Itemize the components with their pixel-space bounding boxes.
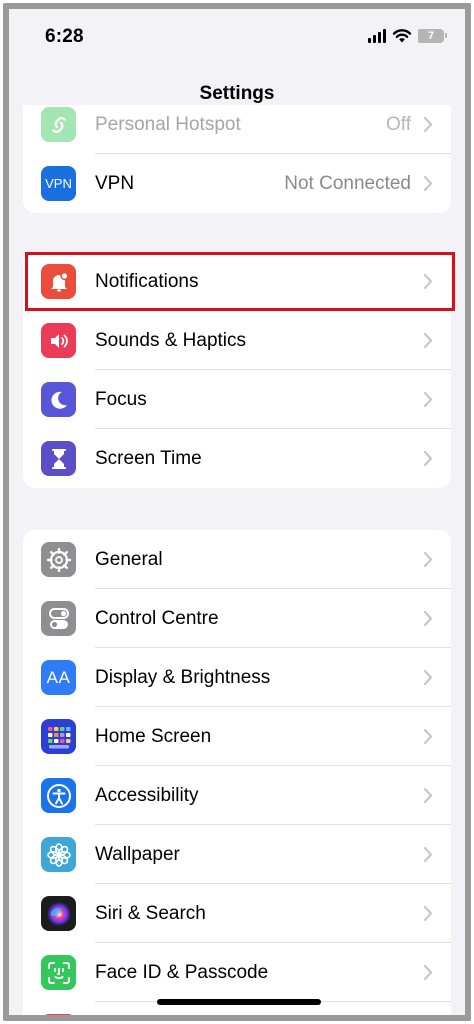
settings-row-home-screen[interactable]: Home Screen: [23, 707, 451, 766]
face-id-icon: [41, 955, 76, 990]
row-label: Screen Time: [95, 448, 202, 469]
settings-row-face-id-passcode[interactable]: Face ID & Passcode: [23, 943, 451, 1002]
row-label: Display & Brightness: [95, 667, 271, 688]
chevron-right-icon: [423, 728, 433, 745]
row-label: Siri & Search: [95, 903, 206, 924]
settings-row-focus[interactable]: Focus: [23, 370, 451, 429]
row-label: Accessibility: [95, 785, 199, 806]
settings-row-screen-time[interactable]: Screen Time: [23, 429, 451, 488]
row-label: Focus: [95, 389, 147, 410]
chevron-right-icon: [423, 610, 433, 627]
settings-row-general[interactable]: General: [23, 530, 451, 589]
chevron-right-icon: [423, 391, 433, 408]
chevron-right-icon: [423, 116, 433, 133]
sos-icon: [41, 1014, 76, 1015]
home-indicator[interactable]: [157, 999, 321, 1005]
settings-row-wallpaper[interactable]: Wallpaper: [23, 825, 451, 884]
hourglass-icon: [41, 441, 76, 476]
battery-nub: [445, 33, 447, 38]
accessibility-icon: [41, 778, 76, 813]
row-label: VPN: [95, 173, 135, 194]
battery-level-text: 7: [427, 29, 435, 42]
chevron-right-icon: [423, 551, 433, 568]
settings-group-general: General Control Centre AA Display & Brig…: [23, 530, 451, 1015]
speaker-icon: [41, 323, 76, 358]
settings-row-siri-search[interactable]: Siri & Search: [23, 884, 451, 943]
settings-row-vpn[interactable]: VPN VPN Not Connected: [23, 154, 451, 213]
siri-icon: [41, 896, 76, 931]
vpn-icon: VPN: [41, 166, 76, 201]
status-bar: 6:28 7: [9, 9, 465, 59]
toggles-icon: [41, 601, 76, 636]
vpn-icon-text: VPN: [45, 176, 72, 191]
bell-icon: [41, 264, 76, 299]
settings-group-network: Personal Hotspot Off VPN VPN Not Connect…: [23, 105, 451, 213]
settings-screen: 6:28 7 Settings Personal Hotspot Off VPN…: [9, 9, 465, 1015]
text-size-icon: AA: [41, 660, 76, 695]
status-icons: 7: [368, 28, 447, 43]
chevron-right-icon: [423, 787, 433, 804]
moon-icon: [41, 382, 76, 417]
chevron-right-icon: [423, 964, 433, 981]
row-label: Control Centre: [95, 608, 219, 629]
row-value: Off: [386, 114, 411, 135]
chevron-right-icon: [423, 332, 433, 349]
settings-row-control-centre[interactable]: Control Centre: [23, 589, 451, 648]
settings-row-personal-hotspot[interactable]: Personal Hotspot Off: [23, 105, 451, 154]
gear-icon: [41, 542, 76, 577]
hotspot-icon: [41, 107, 76, 142]
chevron-right-icon: [423, 905, 433, 922]
row-label: Home Screen: [95, 726, 212, 747]
row-label: Face ID & Passcode: [95, 962, 269, 983]
row-label: General: [95, 549, 163, 570]
settings-row-accessibility[interactable]: Accessibility: [23, 766, 451, 825]
settings-group-notifications: Notifications Sounds & Haptics Focus Scr…: [23, 252, 451, 488]
row-value: Not Connected: [284, 173, 411, 194]
row-label: Personal Hotspot: [95, 114, 241, 135]
cellular-signal-icon: [368, 28, 386, 43]
home-grid-icon: [41, 719, 76, 754]
flower-icon: [41, 837, 76, 872]
text-size-icon-text: AA: [46, 667, 71, 687]
wifi-icon: [392, 29, 412, 43]
row-label: Notifications: [95, 271, 199, 292]
battery-icon: 7: [418, 28, 444, 43]
settings-row-notifications[interactable]: Notifications: [23, 252, 451, 311]
row-label: Wallpaper: [95, 844, 180, 865]
chevron-right-icon: [423, 450, 433, 467]
settings-row-display-brightness[interactable]: AA Display & Brightness: [23, 648, 451, 707]
status-time: 6:28: [45, 26, 84, 47]
chevron-right-icon: [423, 175, 433, 192]
page-title: Settings: [199, 83, 275, 104]
device-frame: 6:28 7 Settings Personal Hotspot Off VPN…: [3, 3, 471, 1021]
chevron-right-icon: [423, 273, 433, 290]
settings-row-sounds-haptics[interactable]: Sounds & Haptics: [23, 311, 451, 370]
chevron-right-icon: [423, 846, 433, 863]
chevron-right-icon: [423, 669, 433, 686]
row-label: Sounds & Haptics: [95, 330, 247, 351]
